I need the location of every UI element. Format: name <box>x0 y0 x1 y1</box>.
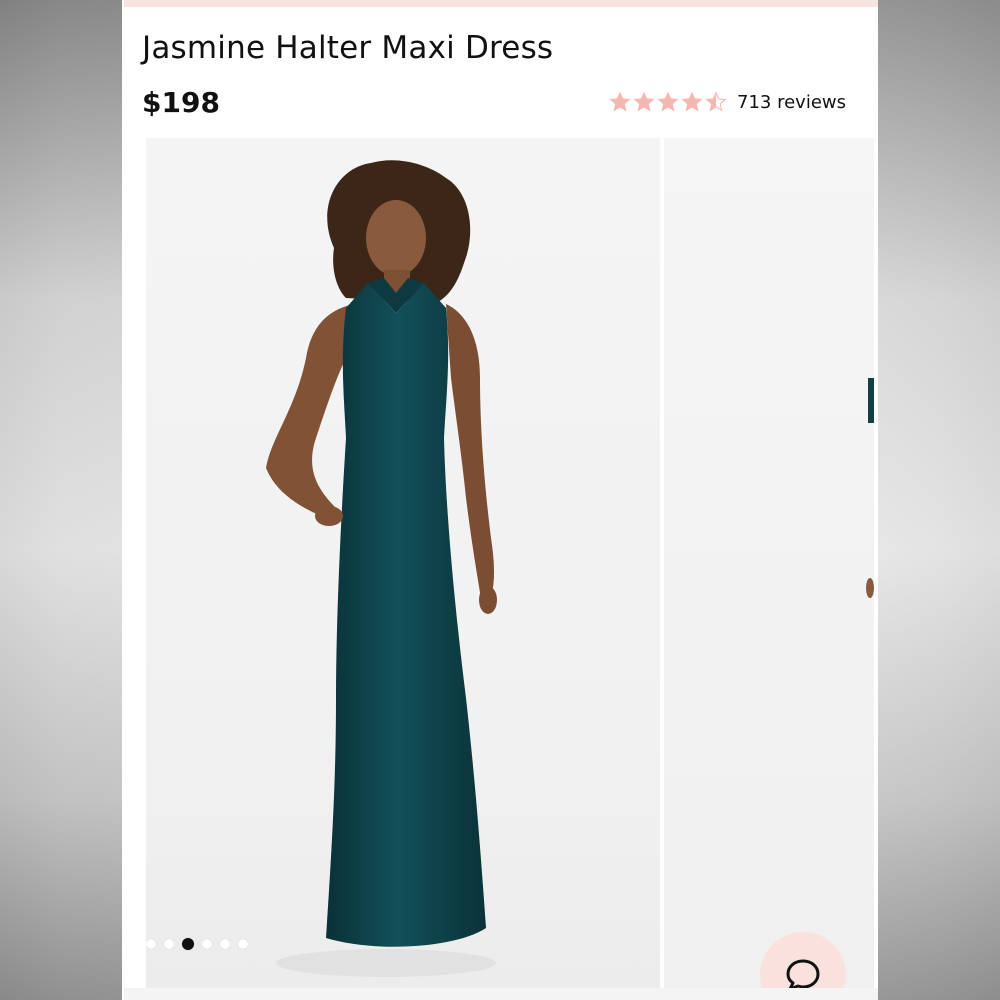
model-photo <box>266 160 497 977</box>
top-accent-bar <box>124 0 878 7</box>
carousel-dot[interactable] <box>146 939 156 949</box>
star-icon <box>681 91 703 112</box>
product-image-carousel[interactable] <box>124 138 878 988</box>
background-blur-left <box>0 0 122 1000</box>
background-blur-right <box>878 0 1000 1000</box>
star-icon <box>633 91 655 112</box>
reviews-link[interactable]: 713 reviews <box>737 92 846 113</box>
star-icon <box>705 91 727 112</box>
product-image-main[interactable] <box>146 138 660 988</box>
carousel-pagination[interactable] <box>146 938 248 950</box>
star-rating <box>609 91 727 113</box>
rating-summary[interactable]: 713 reviews <box>609 91 846 113</box>
carousel-dot[interactable] <box>220 939 230 949</box>
product-price: $198 <box>142 86 220 119</box>
product-page: Jasmine Halter Maxi Dress $198 713 revie… <box>124 0 878 1000</box>
model-photo-partial <box>866 378 874 598</box>
product-image-next[interactable] <box>664 138 874 988</box>
star-icon <box>609 91 631 112</box>
star-icon <box>657 91 679 112</box>
carousel-dot[interactable] <box>164 939 174 949</box>
carousel-dot[interactable] <box>238 939 248 949</box>
product-title: Jasmine Halter Maxi Dress <box>142 30 554 66</box>
bottom-bar <box>124 988 878 1000</box>
carousel-dot[interactable] <box>182 938 194 950</box>
carousel-dot[interactable] <box>202 939 212 949</box>
